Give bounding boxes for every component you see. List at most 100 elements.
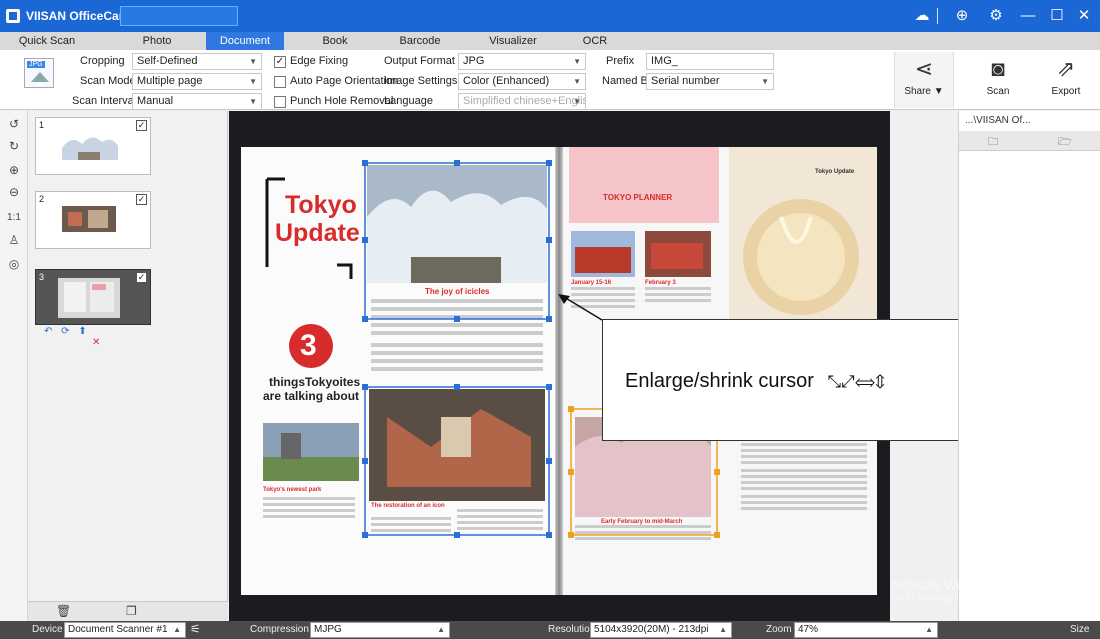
chevron-down-icon: ▼ bbox=[249, 97, 257, 106]
cropping-select[interactable]: Self-Defined ▼ bbox=[132, 53, 262, 70]
zoom-label: Zoom bbox=[766, 624, 792, 635]
image-tools-strip: ↺ ↻ ⊕ ⊖ 1:1 ♙ ◎ bbox=[0, 111, 28, 621]
activate-windows-watermark: Activate Windows Go to Settings to activ… bbox=[890, 577, 1048, 604]
tab-document[interactable]: Document bbox=[206, 32, 284, 50]
edge-fixing-label: Edge Fixing bbox=[290, 55, 349, 67]
scan-interval-select[interactable]: Manual ▼ bbox=[132, 93, 262, 110]
zoom-out-icon[interactable]: ⊖ bbox=[5, 183, 23, 201]
app-logo-icon bbox=[6, 9, 20, 23]
actual-size-icon[interactable]: 1:1 bbox=[5, 209, 23, 227]
magazine-early: Early February to mid-March bbox=[601, 519, 683, 525]
watermark-line2: Go to Settings to activate Windows. bbox=[890, 593, 1048, 604]
magazine-things: thingsTokyoites bbox=[269, 375, 361, 389]
thumbnail-checkbox[interactable]: ✓ bbox=[136, 194, 147, 205]
output-format-select[interactable]: JPG ▼ bbox=[458, 53, 586, 70]
tab-photo[interactable]: Photo bbox=[122, 32, 192, 50]
magazine-restoration: The restoration of an icon bbox=[371, 503, 445, 509]
tab-ocr[interactable]: OCR bbox=[570, 32, 620, 50]
thumbnail-image bbox=[58, 200, 120, 240]
folder-tabbar: 🗀 🗁 bbox=[959, 131, 1100, 151]
magazine-joy: The joy of icicles bbox=[425, 287, 490, 296]
copy-icon[interactable]: ❐ bbox=[126, 604, 137, 618]
chevron-down-icon: ▼ bbox=[573, 57, 581, 66]
zoom-select[interactable]: 47% ▲ bbox=[794, 622, 938, 638]
left-page: Tokyo Update 3 thingsTokyoites are talki… bbox=[241, 147, 557, 595]
named-by-select[interactable]: Serial number ▼ bbox=[646, 73, 774, 90]
device-select[interactable]: Document Scanner #1 ▲ bbox=[64, 622, 186, 638]
zoom-in-icon[interactable]: ⊕ bbox=[5, 161, 23, 179]
thumbnail-checkbox[interactable]: ✓ bbox=[136, 272, 147, 283]
format-preview-icon[interactable]: JPG bbox=[24, 58, 54, 88]
open-folder-icon[interactable]: 🗁 bbox=[1055, 133, 1075, 149]
prefix-input[interactable]: IMG_ bbox=[646, 53, 774, 70]
up-icon[interactable]: ⬆ bbox=[78, 326, 86, 337]
resize-cursor-icons: ⤡⤢⟺⇕ bbox=[827, 372, 885, 391]
close-icon[interactable]: ✕ bbox=[1073, 6, 1095, 26]
tab-visualizer[interactable]: Visualizer bbox=[473, 32, 553, 50]
cloud-icon[interactable]: ☁ bbox=[911, 6, 933, 26]
trash-icon[interactable]: 🗑 bbox=[56, 604, 71, 618]
chevron-down-icon: ▼ bbox=[761, 77, 769, 86]
resolution-label: Resolution bbox=[548, 624, 596, 635]
rotate-left-icon[interactable]: ↺ bbox=[5, 115, 23, 133]
edge-fixing-checkbox[interactable]: ✓ bbox=[274, 56, 286, 68]
format-tag: JPG bbox=[27, 61, 45, 68]
resolution-select[interactable]: 5104x3920(20M) - 213dpi ▲ bbox=[590, 622, 732, 638]
chevron-down-icon: ▼ bbox=[249, 77, 257, 86]
size-label[interactable]: Size bbox=[1070, 624, 1089, 635]
export-button[interactable]: ⇗ Export bbox=[1036, 52, 1096, 108]
share-label: Share ▼ bbox=[904, 86, 944, 97]
compression-select[interactable]: MJPG ▲ bbox=[310, 622, 450, 638]
tab-quick-scan[interactable]: Quick Scan bbox=[12, 32, 82, 50]
status-bar: Device Document Scanner #1 ▲ ⚟ Compressio… bbox=[0, 621, 1100, 639]
settings-gear-icon[interactable]: ⚙ bbox=[985, 6, 1007, 26]
book-spine bbox=[555, 147, 563, 595]
magazine-park: Tokyo's newest park bbox=[263, 487, 322, 493]
thumbnail-pane: 1 ✓ 2 ✓ 3 ✓ ↶ ⟳ ⬆ ✕ 🗑 ❐ bbox=[28, 111, 228, 621]
thumbnail-image bbox=[58, 278, 120, 318]
undo-icon[interactable]: ↶ bbox=[44, 326, 52, 337]
share-button[interactable]: ⋖ Share ▼ bbox=[894, 52, 954, 108]
app-title: VIISAN OfficeCam bbox=[26, 9, 130, 23]
globe-icon[interactable]: ⊕ bbox=[951, 6, 973, 26]
language-label: Language bbox=[384, 95, 433, 107]
compression-label: Compression bbox=[250, 624, 309, 635]
minimize-icon[interactable]: — bbox=[1017, 6, 1039, 26]
title-bar: VIISAN OfficeCam ☁ ⊕ ⚙ — ☐ ✕ bbox=[0, 0, 1100, 32]
scan-button[interactable]: ◙ Scan bbox=[968, 52, 1028, 108]
magazine-big-number: 3 bbox=[300, 329, 317, 362]
maximize-icon[interactable]: ☐ bbox=[1046, 6, 1068, 26]
auto-orientation-checkbox[interactable] bbox=[274, 76, 286, 88]
image-icon bbox=[31, 72, 49, 82]
scan-mode-select[interactable]: Multiple page ▼ bbox=[132, 73, 262, 90]
tab-barcode[interactable]: Barcode bbox=[385, 32, 455, 50]
folder-icon[interactable]: 🗀 bbox=[983, 133, 1003, 149]
rotate-right-icon[interactable]: ↻ bbox=[5, 137, 23, 155]
delete-icon[interactable]: ✕ bbox=[92, 337, 100, 348]
punch-hole-checkbox[interactable] bbox=[274, 96, 286, 108]
stamp-icon[interactable]: ♙ bbox=[5, 231, 23, 249]
camera-icon: ◙ bbox=[991, 56, 1005, 81]
chevron-down-icon: ▼ bbox=[573, 77, 581, 86]
adjust-icon[interactable]: ⚟ bbox=[190, 622, 201, 636]
language-select[interactable]: Simplified chinese+English ▼ bbox=[458, 93, 586, 110]
image-settings-select[interactable]: Color (Enhanced) ▼ bbox=[458, 73, 586, 90]
magazine-title-tokyo: Tokyo bbox=[285, 191, 357, 219]
title-search-field[interactable] bbox=[120, 6, 238, 26]
export-icon: ⇗ bbox=[1056, 56, 1076, 81]
mode-tabs: Quick Scan Photo Document Book Barcode V… bbox=[0, 32, 1100, 50]
thumbnail-footer: 🗑 ❐ bbox=[28, 601, 228, 621]
settings-circle-icon[interactable]: ◎ bbox=[5, 255, 23, 273]
thumbnail-checkbox[interactable]: ✓ bbox=[136, 120, 147, 131]
cropping-label: Cropping bbox=[80, 55, 125, 67]
thumbnail-item[interactable]: 2 ✓ bbox=[35, 191, 151, 249]
magazine-title-update: Update bbox=[275, 219, 360, 247]
tab-book[interactable]: Book bbox=[300, 32, 370, 50]
output-format-label: Output Format bbox=[384, 55, 455, 67]
thumbnail-actions: ↶ ⟳ ⬆ ✕ bbox=[44, 326, 144, 348]
rotate-icon[interactable]: ⟳ bbox=[61, 326, 69, 337]
thumbnail-item[interactable]: 1 ✓ bbox=[35, 117, 151, 175]
prefix-label: Prefix bbox=[606, 55, 635, 67]
thumbnail-item-selected[interactable]: 3 ✓ ↶ ⟳ ⬆ ✕ bbox=[35, 269, 151, 348]
scan-label: Scan bbox=[986, 86, 1010, 97]
